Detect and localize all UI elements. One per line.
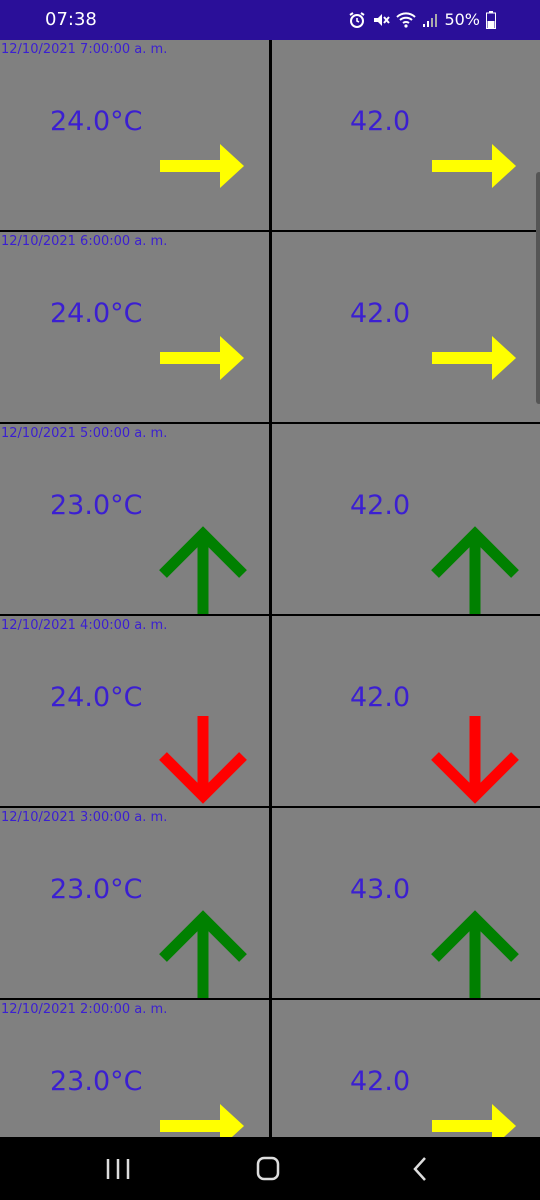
humidity-value: 42.0: [350, 1066, 411, 1097]
temperature-value: 24.0°C: [50, 106, 143, 137]
reading-row[interactable]: 12/10/2021 3:00:00 a. m. 23.0°C 43.0: [0, 808, 540, 998]
humidity-cell[interactable]: 42.0: [272, 424, 540, 614]
readings-list[interactable]: 12/10/2021 7:00:00 a. m. 24.0°C 42.0 12/10/…: [0, 40, 540, 1137]
timestamp: 12/10/2021 7:00:00 a. m.: [1, 42, 168, 57]
trend-flat-icon: [158, 140, 248, 230]
temperature-cell[interactable]: 12/10/2021 6:00:00 a. m. 24.0°C: [0, 232, 269, 422]
battery-text: 50%: [444, 10, 480, 29]
humidity-cell[interactable]: 42.0: [272, 40, 540, 230]
trend-flat-icon: [430, 332, 520, 422]
trend-flat-icon: [158, 332, 248, 422]
trend-flat-icon: [430, 1100, 520, 1137]
temperature-value: 24.0°C: [50, 682, 143, 713]
temperature-cell[interactable]: 12/10/2021 4:00:00 a. m. 24.0°C: [0, 616, 269, 806]
back-button[interactable]: [400, 1155, 440, 1183]
timestamp: 12/10/2021 4:00:00 a. m.: [1, 618, 168, 633]
reading-row[interactable]: 12/10/2021 4:00:00 a. m. 24.0°C 42.0: [0, 616, 540, 806]
signal-icon: [422, 12, 438, 28]
trend-up-icon: [158, 524, 248, 614]
home-button[interactable]: [248, 1155, 288, 1183]
temperature-value: 23.0°C: [50, 1066, 143, 1097]
trend-up-icon: [430, 908, 520, 998]
temperature-cell[interactable]: 12/10/2021 5:00:00 a. m. 23.0°C: [0, 424, 269, 614]
timestamp: 12/10/2021 2:00:00 a. m.: [1, 1002, 168, 1017]
reading-row[interactable]: 12/10/2021 6:00:00 a. m. 24.0°C 42.0: [0, 232, 540, 422]
scrollbar[interactable]: [536, 172, 540, 404]
temperature-cell[interactable]: 12/10/2021 2:00:00 a. m. 23.0°C: [0, 1000, 269, 1137]
trend-flat-icon: [430, 140, 520, 230]
humidity-cell[interactable]: 42.0: [272, 1000, 540, 1137]
reading-row[interactable]: 12/10/2021 5:00:00 a. m. 23.0°C 42.0: [0, 424, 540, 614]
temperature-value: 23.0°C: [50, 874, 143, 905]
humidity-cell[interactable]: 42.0: [272, 616, 540, 806]
timestamp: 12/10/2021 5:00:00 a. m.: [1, 426, 168, 441]
reading-row[interactable]: 12/10/2021 2:00:00 a. m. 23.0°C 42.0: [0, 1000, 540, 1137]
trend-down-icon: [158, 716, 248, 806]
recent-apps-button[interactable]: [98, 1155, 138, 1183]
timestamp: 12/10/2021 6:00:00 a. m.: [1, 234, 168, 249]
temperature-cell[interactable]: 12/10/2021 3:00:00 a. m. 23.0°C: [0, 808, 269, 998]
battery-icon: [486, 10, 496, 29]
trend-up-icon: [158, 908, 248, 998]
humidity-value: 42.0: [350, 490, 411, 521]
status-bar: 07:38 50%: [0, 0, 540, 40]
humidity-cell[interactable]: 42.0: [272, 232, 540, 422]
status-time: 07:38: [45, 9, 97, 30]
trend-down-icon: [430, 716, 520, 806]
temperature-value: 23.0°C: [50, 490, 143, 521]
navigation-bar: [0, 1137, 540, 1200]
mute-icon: [372, 11, 391, 29]
timestamp: 12/10/2021 3:00:00 a. m.: [1, 810, 168, 825]
alarm-icon: [348, 11, 366, 29]
reading-row[interactable]: 12/10/2021 7:00:00 a. m. 24.0°C 42.0: [0, 40, 540, 230]
humidity-value: 43.0: [350, 874, 411, 905]
humidity-cell[interactable]: 43.0: [272, 808, 540, 998]
humidity-value: 42.0: [350, 682, 411, 713]
trend-flat-icon: [158, 1100, 248, 1137]
humidity-value: 42.0: [350, 298, 411, 329]
wifi-icon: [396, 11, 417, 29]
temperature-value: 24.0°C: [50, 298, 143, 329]
temperature-cell[interactable]: 12/10/2021 7:00:00 a. m. 24.0°C: [0, 40, 269, 230]
humidity-value: 42.0: [350, 106, 411, 137]
trend-up-icon: [430, 524, 520, 614]
status-icons: 50%: [348, 10, 496, 29]
